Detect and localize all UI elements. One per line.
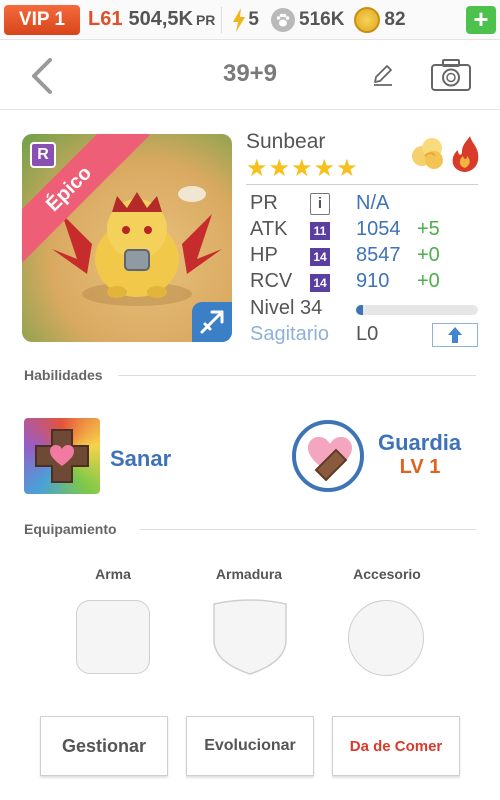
stat-row-atk: ATK 11 1054 +5 — [250, 218, 480, 244]
fire-element-icon — [452, 136, 479, 172]
zodiac-sign-level: L0 — [356, 323, 379, 345]
stat-value-rcv: 910 — [356, 270, 390, 292]
player-level: L61 — [88, 8, 123, 30]
section-divider — [140, 529, 476, 530]
paw-icon — [271, 7, 295, 32]
stat-row-pr: PR i N/A — [250, 192, 480, 218]
stat-row-rcv: RCV 14 910 +0 — [250, 270, 480, 296]
level-progress-fill — [356, 305, 364, 315]
weapon-slot[interactable] — [76, 600, 150, 674]
stat-bonus-rcv: +0 — [417, 270, 440, 292]
stat-level-badge-hp: 14 — [310, 248, 330, 266]
power-rating: 504,5K PR — [128, 8, 215, 31]
power-rating-suffix: PR — [195, 12, 216, 28]
heal-cross-icon — [35, 429, 89, 483]
add-coins-button[interactable]: + — [466, 6, 496, 34]
guard-shield-icon — [308, 437, 352, 482]
stat-row-sign: Sagitario L0 — [250, 323, 480, 349]
star-rating: ★ ★ ★ ★ ★ — [246, 156, 359, 182]
accessory-slot-label: Accesorio — [353, 566, 421, 582]
status-divider — [221, 6, 223, 33]
coin-count: 82 — [384, 8, 406, 30]
skills-section-title: Habilidades — [24, 367, 103, 383]
guard-skill-level: LV 1 — [399, 456, 441, 478]
stat-level-badge-atk: 11 — [310, 222, 330, 240]
armor-slot[interactable] — [212, 598, 288, 676]
sagittarius-sign-badge — [192, 302, 232, 342]
manage-button[interactable]: Gestionar — [40, 716, 168, 776]
paw-points-count: 516K — [299, 8, 345, 30]
coin-icon — [354, 6, 381, 33]
back-arrow-icon[interactable] — [26, 56, 60, 96]
stat-row-hp: HP 14 8547 +0 — [250, 244, 480, 270]
stat-row-level: Nivel 34 — [250, 297, 480, 323]
star-icon: ★ — [268, 155, 291, 182]
camera-icon[interactable] — [430, 58, 472, 92]
name-divider — [246, 184, 478, 185]
stat-value-atk: 1054 — [356, 218, 401, 240]
monster-portrait[interactable]: Épico R — [22, 134, 232, 342]
power-rating-value: 504,5K — [128, 8, 193, 30]
sign-upgrade-button[interactable] — [432, 323, 478, 347]
zodiac-sign-label[interactable]: Sagitario — [250, 323, 329, 346]
stat-label-hp: HP — [250, 244, 278, 266]
stat-bonus-atk: +5 — [417, 218, 440, 240]
level-label: Nivel 34 — [250, 297, 323, 319]
guard-skill-icon[interactable] — [292, 420, 364, 492]
page-title: 39+9 — [222, 60, 278, 87]
stat-value-hp: 8547 — [356, 244, 401, 266]
weapon-slot-label: Arma — [95, 566, 131, 582]
info-icon[interactable]: i — [310, 193, 330, 215]
evolve-button[interactable]: Evolucionar — [186, 716, 314, 776]
stat-label-rcv: RCV — [250, 270, 293, 292]
star-icon: ★ — [246, 155, 268, 182]
stat-value-pr: N/A — [356, 192, 390, 214]
vip-badge[interactable]: VIP 1 — [4, 4, 80, 35]
element-icons — [412, 136, 479, 172]
arrow-icon — [200, 310, 224, 334]
monster-name: Sunbear — [246, 130, 326, 153]
pencil-icon[interactable] — [370, 62, 396, 88]
header-bar: 39+9 — [0, 40, 500, 110]
energy-count: 5 — [248, 8, 259, 30]
equipment-section-title: Equipamiento — [24, 521, 117, 537]
star-icon: ★ — [291, 155, 313, 182]
star-icon: ★ — [336, 155, 358, 182]
accessory-slot[interactable] — [348, 600, 424, 676]
level-progress-bar — [356, 305, 478, 315]
status-bar: VIP 1 L61 504,5K PR 5 516K 82 + — [0, 0, 500, 40]
star-icon: ★ — [313, 155, 336, 182]
heal-skill-icon[interactable] — [24, 418, 100, 494]
stat-level-badge-rcv: 14 — [310, 274, 330, 292]
section-divider — [118, 375, 476, 376]
feed-button[interactable]: Da de Comer — [332, 716, 460, 776]
stat-label-pr: PR — [250, 192, 278, 214]
heal-skill-name[interactable]: Sanar — [110, 446, 171, 472]
stat-label-atk: ATK — [250, 218, 288, 240]
stat-bonus-hp: +0 — [417, 244, 440, 266]
armor-slot-label: Armadura — [215, 566, 283, 582]
lightning-icon — [233, 7, 246, 32]
upload-arrow-icon — [448, 327, 462, 343]
light-element-icon — [412, 138, 443, 169]
rank-badge: R — [30, 142, 56, 168]
guard-skill-name[interactable]: Guardia — [378, 430, 461, 456]
